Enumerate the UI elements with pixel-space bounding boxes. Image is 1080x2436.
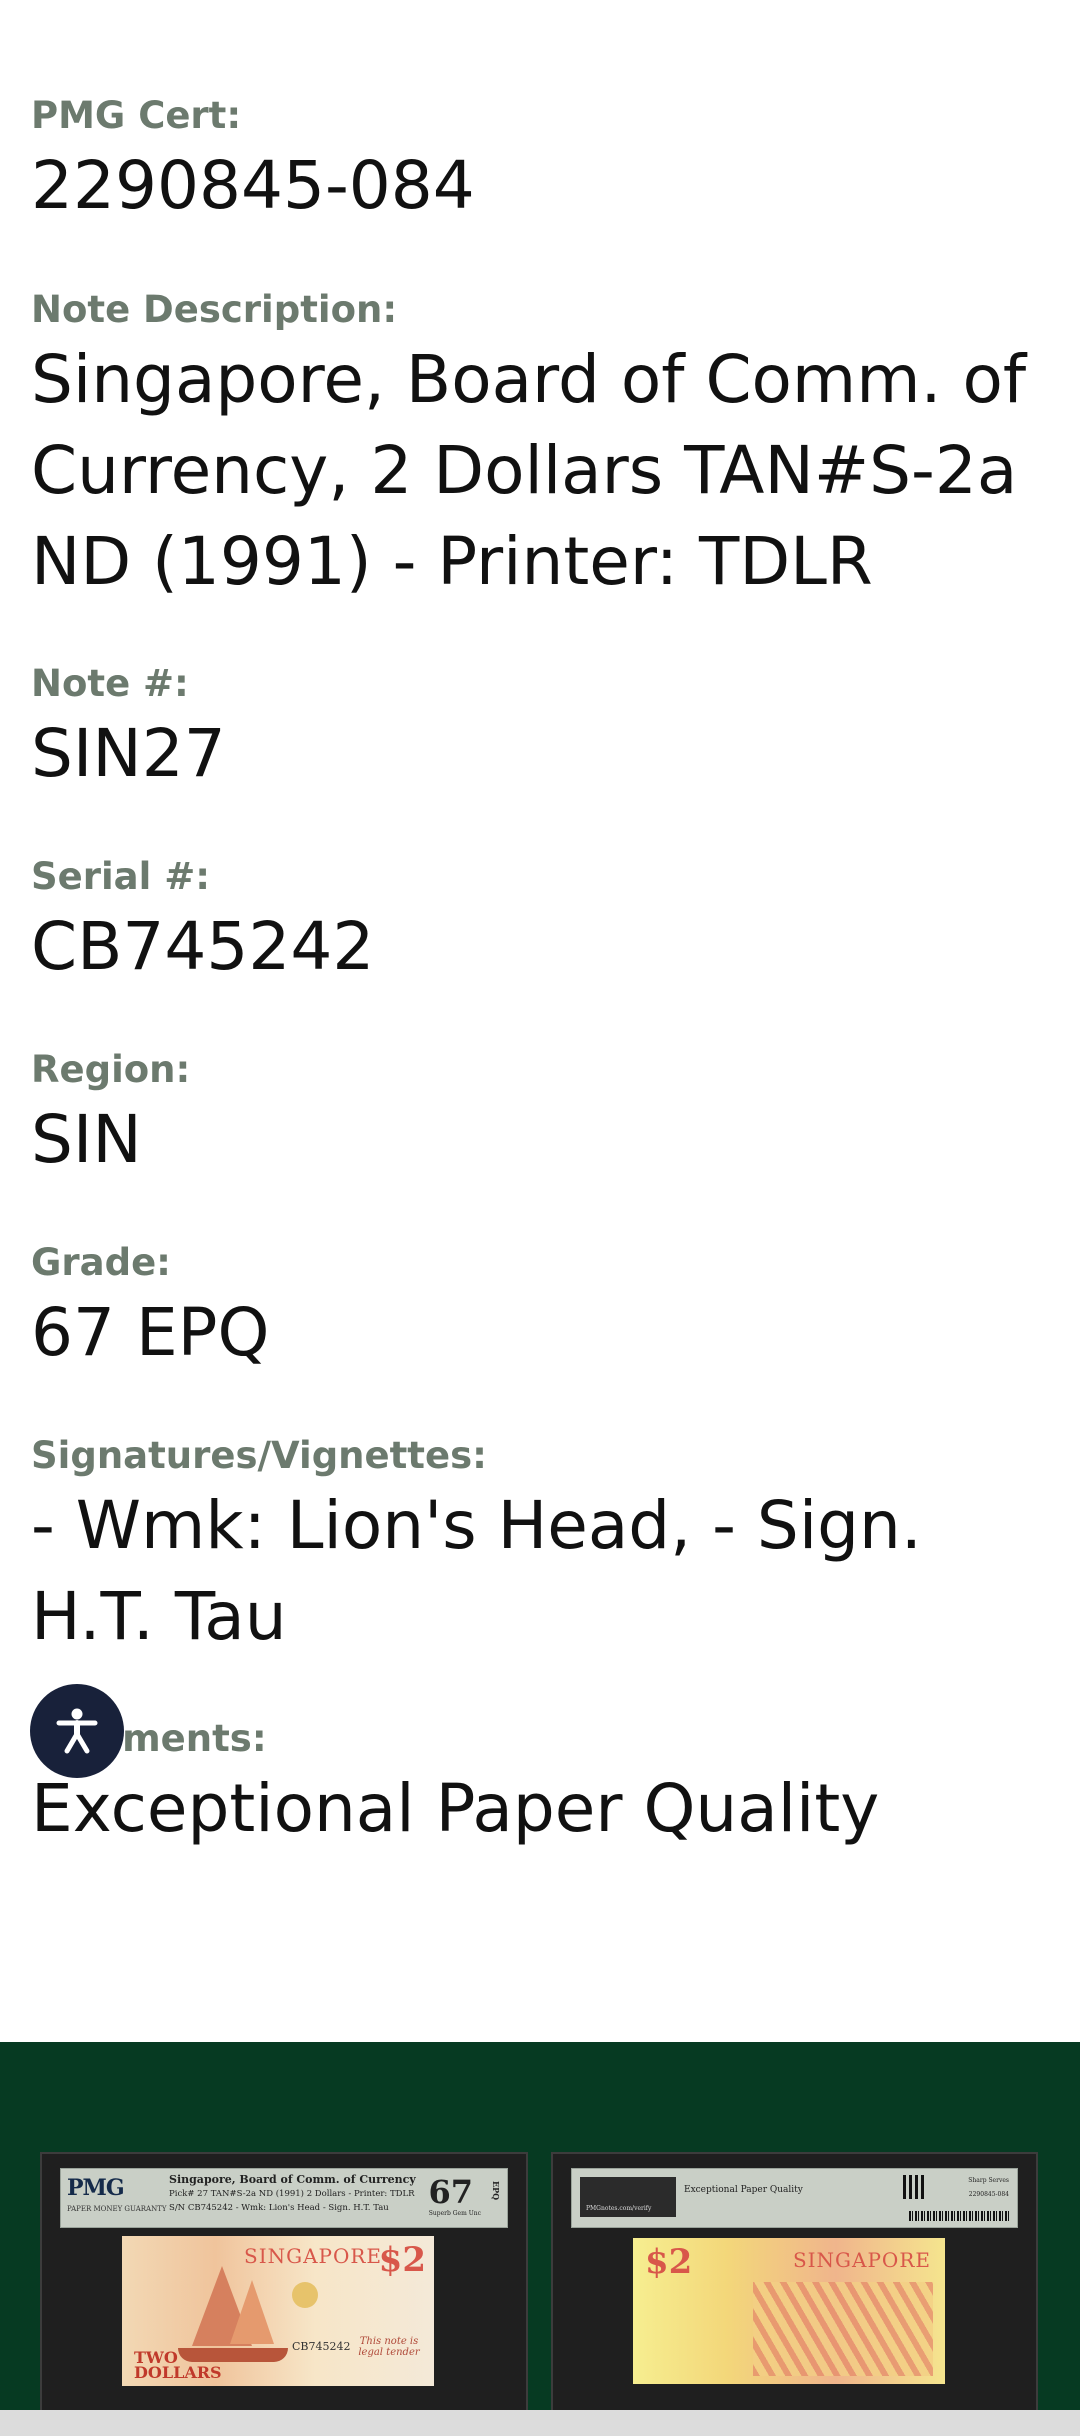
banknote-front: SINGAPORE $2 TWO DOLLARS CB745242 This n… — [122, 2236, 434, 2386]
label-grade: 67 — [428, 2173, 473, 2211]
label-grade-text: Superb Gem Unc — [428, 2210, 481, 2217]
field-grade: Grade: 67 EPQ — [31, 1241, 1051, 1378]
qr-code-icon — [903, 2175, 927, 2199]
field-note-description: Note Description: Singapore, Board of Co… — [31, 288, 1051, 607]
label-line: S/N CB745242 - Wmk: Lion's Head - Sign. … — [169, 2203, 389, 2213]
note-back-image[interactable]: PMGnotes.com/verify Exceptional Paper Qu… — [551, 2152, 1038, 2410]
pmg-verify-text: PMGnotes.com/verify — [586, 2205, 652, 2212]
banknote-denomination: $2 — [378, 2240, 426, 2280]
accessibility-icon — [56, 1708, 98, 1754]
field-value: Singapore, Board of Comm. of Currency, 2… — [31, 341, 1027, 600]
field-label: Signatures/Vignettes: — [31, 1434, 487, 1477]
field-region: Region: SIN — [31, 1048, 1051, 1185]
banknote-title: SINGAPORE — [244, 2244, 383, 2268]
banknote-vignette — [753, 2282, 933, 2376]
field-label: Serial #: — [31, 855, 211, 898]
note-images-section: PMG PAPER MONEY GUARANTY Singapore, Boar… — [0, 2042, 1080, 2410]
sun-illustration — [292, 2282, 318, 2308]
banknote-title: SINGAPORE — [792, 2248, 931, 2272]
field-value: SIN27 — [31, 715, 226, 792]
bottom-bar — [0, 2410, 1080, 2436]
pmg-tagline: PAPER MONEY GUARANTY — [67, 2205, 167, 2213]
label-line: Pick# 27 TAN#S-2a ND (1991) 2 Dollars - … — [169, 2189, 415, 2199]
banknote-serial: CB745242 — [292, 2340, 351, 2353]
field-label: Grade: — [31, 1241, 171, 1284]
field-label: Comments: — [31, 1717, 267, 1760]
field-label: PMG Cert: — [31, 94, 242, 137]
label-line: Singapore, Board of Comm. of Currency — [169, 2173, 416, 2186]
field-serial-number: Serial #: CB745242 — [31, 855, 1051, 992]
label-cert-number: 2290845-084 — [968, 2191, 1009, 2198]
accessibility-button[interactable] — [30, 1684, 124, 1778]
field-value: - Wmk: Lion's Head, - Sign. H.T. Tau — [31, 1487, 922, 1655]
field-value: CB745242 — [31, 908, 375, 985]
banknote-denomination-words: TWO DOLLARS — [134, 2348, 222, 2382]
field-label: Region: — [31, 1048, 191, 1091]
pmg-label: PMG PAPER MONEY GUARANTY Singapore, Boar… — [60, 2168, 508, 2228]
label-comment: Exceptional Paper Quality — [684, 2185, 803, 2195]
pmg-logo: PMG — [67, 2175, 125, 2201]
banknote-legal-text: This note is legal tender — [358, 2336, 420, 2358]
field-pmg-cert: PMG Cert: 2290845-084 — [31, 94, 1051, 231]
note-front-image[interactable]: PMG PAPER MONEY GUARANTY Singapore, Boar… — [40, 2152, 528, 2410]
label-small-text: Sharp Serves — [968, 2177, 1009, 2184]
pmg-label-back: PMGnotes.com/verify Exceptional Paper Qu… — [571, 2168, 1018, 2228]
field-label: Note Description: — [31, 288, 398, 331]
field-value: Exceptional Paper Quality — [31, 1770, 880, 1847]
field-value: 67 EPQ — [31, 1294, 270, 1371]
banknote-back: $2 SINGAPORE — [633, 2238, 945, 2384]
field-label: Note #: — [31, 662, 189, 705]
field-note-number: Note #: SIN27 — [31, 662, 1051, 799]
field-signatures-vignettes: Signatures/Vignettes: - Wmk: Lion's Head… — [31, 1434, 1051, 1662]
label-epq: EPQ — [491, 2181, 501, 2201]
field-value: SIN — [31, 1101, 142, 1178]
barcode-icon — [909, 2211, 1009, 2221]
field-comments: Comments: Exceptional Paper Quality — [31, 1717, 1051, 1854]
field-value: 2290845-084 — [31, 147, 475, 224]
banknote-denomination: $2 — [645, 2242, 693, 2282]
junk-sail-illustration — [230, 2280, 274, 2344]
